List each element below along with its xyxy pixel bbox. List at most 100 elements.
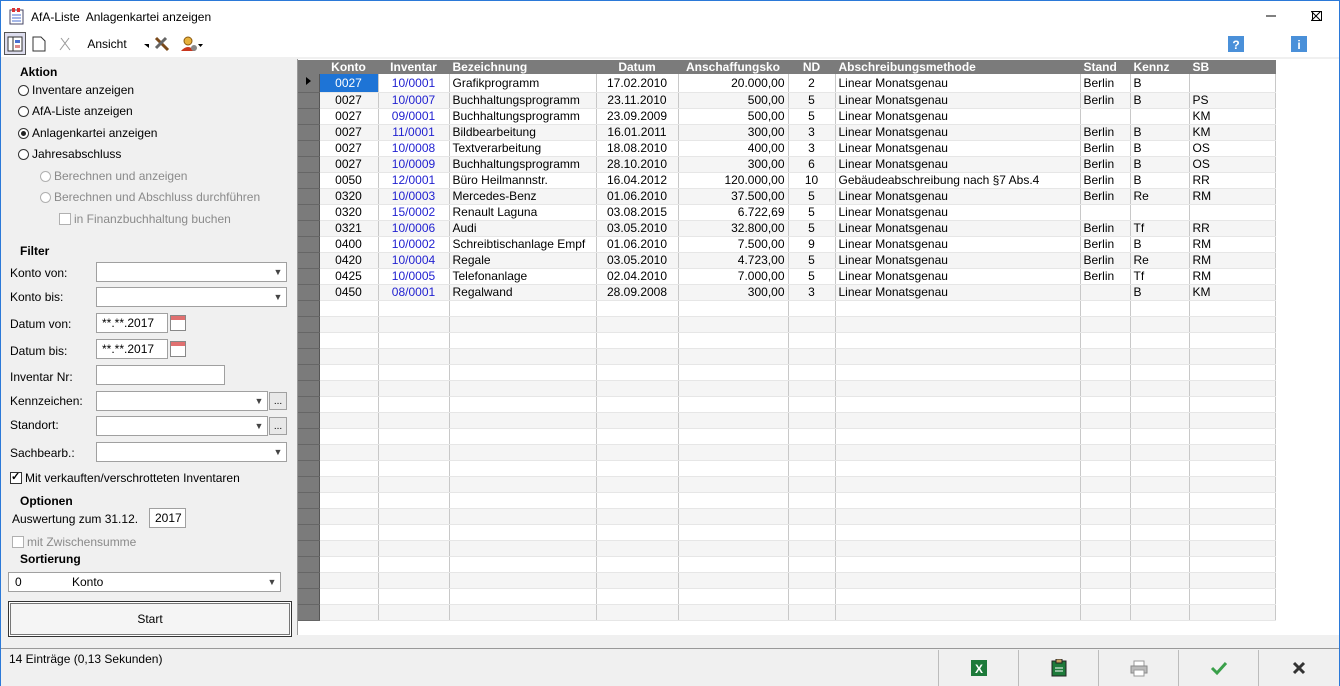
cell-sb[interactable] [1189, 364, 1276, 381]
cell-datum[interactable] [596, 332, 679, 349]
table-row[interactable] [298, 492, 1282, 509]
close-button[interactable] [1293, 1, 1339, 31]
cell-konto[interactable]: 0027 [319, 108, 379, 125]
cell-sb[interactable] [1189, 524, 1276, 541]
table-row[interactable]: 0027 10/0007 Buchhaltungsprogramm 23.11.201… [298, 92, 1282, 109]
cell-nd[interactable] [788, 332, 836, 349]
cell-datum[interactable]: 28.10.2010 [596, 156, 679, 173]
start-button[interactable]: Start [8, 601, 292, 637]
cell-abschreibungsmethode[interactable]: Linear Monatsgenau [835, 124, 1081, 141]
cell-inventar[interactable] [378, 396, 450, 413]
cell-bezeichnung[interactable] [449, 364, 597, 381]
table-row[interactable] [298, 412, 1282, 429]
cell-nd[interactable] [788, 348, 836, 365]
row-indicator[interactable] [298, 332, 320, 349]
cell-stand[interactable] [1080, 524, 1131, 541]
cell-datum[interactable] [596, 444, 679, 461]
cancel-button[interactable] [1258, 650, 1338, 686]
cell-stand[interactable]: Berlin [1080, 74, 1131, 93]
excel-export-button[interactable]: X [938, 650, 1018, 686]
standort-select[interactable]: ▼ [96, 416, 268, 436]
cell-kennz[interactable] [1130, 476, 1190, 493]
cell-sb[interactable]: KM [1189, 124, 1276, 141]
cell-datum[interactable] [596, 588, 679, 605]
row-indicator[interactable] [298, 74, 320, 93]
info-button[interactable]: i [1289, 32, 1309, 55]
cell-sb[interactable]: RM [1189, 268, 1276, 285]
cell-bezeichnung[interactable]: Schreibtischanlage Empf [449, 236, 597, 253]
cell-datum[interactable] [596, 604, 679, 621]
cell-inventar[interactable]: 10/0009 [378, 156, 450, 173]
kennzeichen-select[interactable]: ▼ [96, 391, 268, 411]
cell-inventar[interactable] [378, 588, 450, 605]
cell-inventar[interactable]: 10/0005 [378, 268, 450, 285]
cell-abschreibungsmethode[interactable] [835, 364, 1081, 381]
cell-inventar[interactable] [378, 364, 450, 381]
cell-nd[interactable] [788, 588, 836, 605]
cell-datum[interactable]: 18.08.2010 [596, 140, 679, 157]
cell-konto[interactable] [319, 604, 379, 621]
cell-nd[interactable] [788, 300, 836, 317]
cell-konto[interactable]: 0420 [319, 252, 379, 269]
cell-kennz[interactable] [1130, 572, 1190, 589]
cell-bezeichnung[interactable] [449, 572, 597, 589]
cell-konto[interactable] [319, 572, 379, 589]
cell-bezeichnung[interactable] [449, 396, 597, 413]
column-header-sb[interactable]: SB [1189, 60, 1276, 74]
radio-jahresabschluss[interactable]: Jahresabschluss [18, 147, 121, 161]
table-row[interactable]: 0027 10/0008 Textverarbeitung 18.08.2010 400… [298, 140, 1282, 157]
cell-konto[interactable]: 0450 [319, 284, 379, 301]
cell-inventar[interactable] [378, 476, 450, 493]
table-row[interactable]: 0400 10/0002 Schreibtischanlage Empf 01.06.… [298, 236, 1282, 253]
cell-abschreibungsmethode[interactable]: Linear Monatsgenau [835, 156, 1081, 173]
cell-anschaffungsko[interactable] [678, 556, 789, 573]
cell-nd[interactable]: 9 [788, 236, 836, 253]
column-header-nd[interactable]: ND [788, 60, 836, 74]
cell-nd[interactable] [788, 476, 836, 493]
column-header-anschaffungsko[interactable]: Anschaffungsko [678, 60, 789, 74]
cell-abschreibungsmethode[interactable] [835, 524, 1081, 541]
cell-sb[interactable]: KM [1189, 284, 1276, 301]
cell-konto[interactable] [319, 412, 379, 429]
cell-bezeichnung[interactable] [449, 316, 597, 333]
cell-datum[interactable] [596, 412, 679, 429]
cell-nd[interactable] [788, 364, 836, 381]
cell-konto[interactable] [319, 364, 379, 381]
cell-datum[interactable]: 17.02.2010 [596, 74, 679, 93]
cell-sb[interactable]: PS [1189, 92, 1276, 109]
cell-datum[interactable] [596, 428, 679, 445]
cell-nd[interactable] [788, 316, 836, 333]
row-indicator[interactable] [298, 348, 320, 365]
cell-anschaffungsko[interactable]: 37.500,00 [678, 188, 789, 205]
cell-anschaffungsko[interactable]: 300,00 [678, 124, 789, 141]
cell-kennz[interactable] [1130, 588, 1190, 605]
zwischensumme-checkbox[interactable]: mit Zwischensumme [12, 535, 136, 549]
verkauft-checkbox[interactable]: Mit verkauften/verschrotteten Inventaren [10, 470, 240, 485]
konto-von-select[interactable]: ▼ [96, 262, 287, 282]
cell-bezeichnung[interactable] [449, 540, 597, 557]
cell-anschaffungsko[interactable] [678, 588, 789, 605]
cell-anschaffungsko[interactable] [678, 508, 789, 525]
cell-sb[interactable] [1189, 300, 1276, 317]
cell-inventar[interactable] [378, 348, 450, 365]
cell-bezeichnung[interactable]: Regalwand [449, 284, 597, 301]
cell-sb[interactable]: KM [1189, 108, 1276, 125]
cell-stand[interactable] [1080, 572, 1131, 589]
cell-bezeichnung[interactable]: Buchhaltungsprogramm [449, 108, 597, 125]
table-row[interactable] [298, 444, 1282, 461]
cell-konto[interactable] [319, 332, 379, 349]
cell-datum[interactable]: 23.09.2009 [596, 108, 679, 125]
cell-bezeichnung[interactable] [449, 588, 597, 605]
cell-konto[interactable] [319, 460, 379, 477]
cell-datum[interactable] [596, 364, 679, 381]
cell-bezeichnung[interactable] [449, 556, 597, 573]
cell-sb[interactable]: RM [1189, 188, 1276, 205]
cell-stand[interactable] [1080, 396, 1131, 413]
cell-sb[interactable] [1189, 332, 1276, 349]
cell-inventar[interactable]: 15/0002 [378, 204, 450, 221]
table-row[interactable]: 0027 10/0001 Grafikprogramm 17.02.2010 20.00… [298, 74, 1282, 93]
cell-abschreibungsmethode[interactable]: Linear Monatsgenau [835, 236, 1081, 253]
table-row[interactable]: 0420 10/0004 Regale 03.05.2010 4.723,00 5 Line… [298, 252, 1282, 269]
cell-inventar[interactable] [378, 300, 450, 317]
cell-stand[interactable] [1080, 316, 1131, 333]
